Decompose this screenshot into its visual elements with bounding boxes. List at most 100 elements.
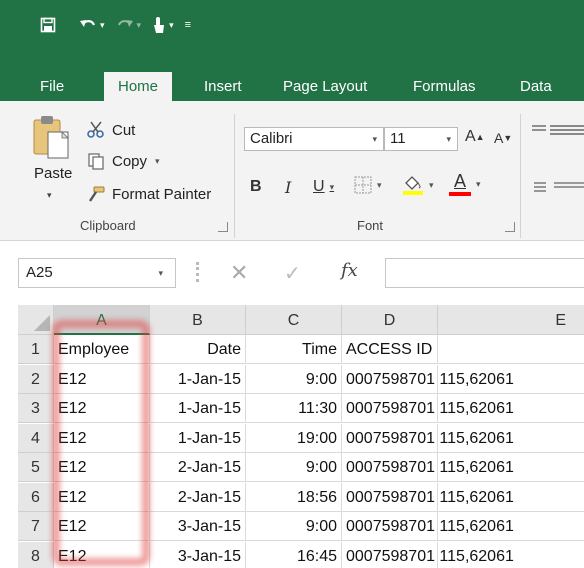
- tab-home[interactable]: Home: [104, 72, 173, 112]
- cell-d[interactable]: 0007598701 115,62061: [342, 542, 514, 568]
- clipboard-launcher-icon[interactable]: [218, 222, 228, 232]
- cell-b[interactable]: 1-Jan-15: [150, 365, 246, 394]
- cell-a[interactable]: E12: [54, 424, 150, 453]
- cell-d[interactable]: 0007598701 115,62061: [342, 453, 514, 482]
- cell-a[interactable]: E12: [54, 483, 150, 512]
- font-launcher-icon[interactable]: [505, 222, 515, 232]
- row-header[interactable]: 1: [18, 335, 54, 364]
- customize-qat-button[interactable]: ≡: [185, 19, 191, 31]
- title-bar: ▾ ▾ ▾ ≡: [0, 0, 584, 72]
- cell-d[interactable]: ACCESS ID: [342, 335, 438, 364]
- cell-c[interactable]: Time: [246, 335, 342, 364]
- row-header[interactable]: 4: [18, 424, 54, 453]
- column-header-b[interactable]: B: [150, 305, 246, 335]
- column-header-d[interactable]: D: [342, 305, 438, 335]
- cell-c[interactable]: 9:00: [246, 512, 342, 541]
- cut-button[interactable]: Cut: [86, 120, 135, 140]
- cell-d[interactable]: 0007598701 115,62061: [342, 424, 514, 453]
- font-name-box[interactable]: Calibri ▾: [244, 127, 384, 151]
- cell-d[interactable]: 0007598701 115,62061: [342, 512, 514, 541]
- shrink-font-caret-icon: ▼: [503, 133, 513, 143]
- group-divider: [234, 114, 235, 238]
- font-size-value: 11: [390, 130, 406, 147]
- chevron-down-icon[interactable]: ▾: [377, 180, 382, 191]
- insert-function-button[interactable]: fx: [341, 260, 358, 281]
- borders-icon: [354, 176, 372, 194]
- cell-b[interactable]: 3-Jan-15: [150, 512, 246, 541]
- undo-button[interactable]: ▾: [79, 17, 105, 33]
- cell-c[interactable]: 16:45: [246, 542, 342, 568]
- clipboard-paste-icon[interactable]: [32, 114, 72, 160]
- chevron-down-icon[interactable]: ▾: [47, 190, 52, 201]
- cell-a[interactable]: E12: [54, 453, 150, 482]
- grow-font-button[interactable]: A ▲: [465, 128, 485, 146]
- name-box-value: A25: [26, 264, 53, 281]
- cell-b[interactable]: 2-Jan-15: [150, 483, 246, 512]
- row-header[interactable]: 7: [18, 512, 54, 541]
- chevron-down-icon[interactable]: ▾: [137, 20, 142, 31]
- chevron-down-icon[interactable]: ▾: [100, 20, 105, 31]
- shrink-font-button[interactable]: A ▼: [494, 130, 512, 146]
- bold-icon: B: [250, 178, 262, 195]
- chevron-down-icon[interactable]: ▾: [158, 259, 163, 287]
- align-top-button[interactable]: [532, 124, 584, 138]
- column-header-a[interactable]: A: [54, 305, 150, 335]
- fill-color-button[interactable]: ▾: [402, 174, 434, 196]
- cell-a[interactable]: E12: [54, 394, 150, 423]
- chevron-down-icon[interactable]: ▾: [169, 20, 174, 31]
- cell-c[interactable]: 18:56: [246, 483, 342, 512]
- paste-button[interactable]: Paste: [34, 165, 72, 182]
- cell-d[interactable]: 0007598701 115,62061: [342, 483, 514, 512]
- redo-icon: [117, 20, 133, 27]
- cell-d[interactable]: 0007598701 115,62061: [342, 394, 514, 423]
- row-header[interactable]: 5: [18, 453, 54, 482]
- name-box[interactable]: A25 ▾: [18, 258, 176, 288]
- chevron-down-icon[interactable]: ▾: [429, 180, 434, 191]
- cell-d[interactable]: 0007598701 115,62061: [342, 365, 514, 394]
- cell-a[interactable]: E12: [54, 512, 150, 541]
- column-header-e[interactable]: E: [438, 305, 584, 335]
- copy-button[interactable]: Copy ▾: [86, 151, 160, 171]
- cell-e[interactable]: [438, 335, 584, 364]
- cell-c[interactable]: 19:00: [246, 424, 342, 453]
- row-header[interactable]: 6: [18, 483, 54, 512]
- row-header[interactable]: 3: [18, 394, 54, 423]
- formula-input[interactable]: [385, 258, 584, 288]
- underline-button[interactable]: U ▾: [313, 178, 334, 196]
- row-header[interactable]: 2: [18, 365, 54, 394]
- cell-b[interactable]: 3-Jan-15: [150, 542, 246, 568]
- cell-b[interactable]: Date: [150, 335, 246, 364]
- align-left-button[interactable]: [534, 181, 584, 195]
- formula-bar-splitter[interactable]: [196, 262, 199, 282]
- format-painter-button[interactable]: Format Painter: [86, 184, 211, 204]
- cell-b[interactable]: 1-Jan-15: [150, 394, 246, 423]
- chevron-down-icon[interactable]: ▾: [155, 156, 160, 167]
- chevron-down-icon[interactable]: ▾: [372, 128, 377, 150]
- row-header[interactable]: 8: [18, 542, 54, 568]
- chevron-down-icon[interactable]: ▾: [446, 128, 451, 150]
- cell-c[interactable]: 9:00: [246, 453, 342, 482]
- chevron-down-icon[interactable]: ▾: [330, 182, 335, 193]
- cell-b[interactable]: 1-Jan-15: [150, 424, 246, 453]
- redo-button[interactable]: ▾: [116, 17, 142, 33]
- cell-c[interactable]: 9:00: [246, 365, 342, 394]
- column-header-c[interactable]: C: [246, 305, 342, 335]
- touch-mode-button[interactable]: ▾: [152, 16, 174, 34]
- save-button[interactable]: [40, 17, 56, 33]
- bold-button[interactable]: B: [250, 178, 262, 196]
- cell-b[interactable]: 2-Jan-15: [150, 453, 246, 482]
- chevron-down-icon[interactable]: ▾: [476, 179, 481, 190]
- cut-label: Cut: [112, 121, 136, 139]
- cancel-icon[interactable]: ✕: [230, 260, 248, 286]
- cell-a[interactable]: Employee: [54, 335, 150, 364]
- cell-a[interactable]: E12: [54, 542, 150, 568]
- font-color-button[interactable]: A ▾: [449, 172, 481, 196]
- cell-c[interactable]: 11:30: [246, 394, 342, 423]
- font-size-box[interactable]: 11 ▾: [384, 127, 458, 151]
- scissors-icon: [86, 120, 106, 140]
- check-icon[interactable]: ✓: [284, 261, 301, 286]
- cell-a[interactable]: E12: [54, 365, 150, 394]
- borders-button[interactable]: ▾: [354, 176, 382, 194]
- select-all-icon: [34, 315, 50, 331]
- italic-button[interactable]: I: [285, 178, 291, 197]
